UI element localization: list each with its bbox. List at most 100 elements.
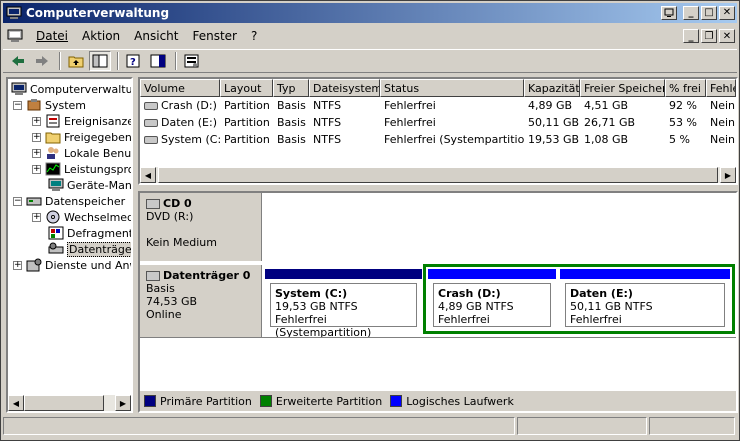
cell-prozent-frei: 92 %	[669, 99, 697, 112]
menu-ansicht[interactable]: Ansicht	[127, 29, 185, 43]
services-icon	[26, 258, 42, 272]
status-bar	[3, 417, 737, 437]
show-hide-action-pane-button[interactable]	[147, 51, 169, 71]
tree-item-system[interactable]: − System	[13, 97, 86, 113]
disk-name: CD 0	[146, 197, 255, 210]
scroll-thumb[interactable]	[158, 167, 718, 183]
cell-layout: Partition	[224, 99, 270, 112]
table-row[interactable]: System (C:) Partition Basis NTFS Fehlerf…	[140, 131, 736, 148]
collapse-toggle[interactable]: −	[13, 100, 22, 110]
menu-fenster[interactable]: Fenster	[185, 29, 244, 43]
partition-daten-e[interactable]: Daten (E:) 50,11 GB NTFS Fehlerfrei	[560, 269, 730, 331]
title-bar[interactable]: Computerverwaltung _ □ ✕	[3, 3, 737, 23]
scroll-right-button[interactable]: ▶	[115, 395, 131, 411]
volume-list: Volume Layout Typ Dateisystem Status Kap…	[138, 77, 738, 185]
scroll-thumb[interactable]	[24, 395, 104, 411]
cd0-area[interactable]	[263, 193, 736, 261]
table-row[interactable]: Daten (E:) Partition Basis NTFS Fehlerfr…	[140, 114, 736, 131]
scroll-left-button[interactable]: ◀	[140, 167, 156, 183]
tree-item-wechselmedien[interactable]: + Wechselmedien	[32, 209, 131, 225]
menu-aktion[interactable]: Aktion	[75, 29, 127, 43]
mdi-minimize-button[interactable]: _	[683, 29, 699, 43]
forward-arrow-icon	[36, 56, 48, 66]
tree-item-leistungsprotokolle[interactable]: + Leistungsprotokolle	[32, 161, 131, 177]
cell-layout: Partition	[224, 116, 270, 129]
scroll-right-button[interactable]: ▶	[720, 167, 736, 183]
expand-toggle[interactable]: +	[32, 116, 41, 126]
status-pane-main	[3, 417, 515, 435]
volume-list-horizontal-scrollbar[interactable]: ◀ ▶	[140, 167, 736, 183]
expand-toggle[interactable]: +	[32, 148, 41, 158]
mdi-close-button[interactable]: ✕	[719, 29, 735, 43]
legend-primary: Primäre Partition	[144, 395, 252, 408]
column-header-typ[interactable]: Typ	[273, 79, 309, 97]
tree-item-datentraegerverwaltung[interactable]: Datenträgerverwaltung	[48, 241, 131, 257]
tree-item-lokale-benutzer[interactable]: + Lokale Benutzer	[32, 145, 131, 161]
cell-fehlertoleranz: Nein	[710, 99, 736, 112]
column-header-dateisystem[interactable]: Dateisystem	[309, 79, 380, 97]
expand-toggle[interactable]: +	[32, 212, 41, 222]
disk-label-disk0[interactable]: Datenträger 0 Basis 74,53 GB Online	[140, 265, 262, 337]
column-header-kapazitaet[interactable]: Kapazität	[524, 79, 580, 97]
tree-item-dienste-und-anwendungen[interactable]: + Dienste und Anwendungen	[13, 257, 131, 273]
expand-toggle[interactable]: +	[32, 132, 41, 142]
show-hide-tree-button[interactable]	[89, 51, 111, 71]
console-icon[interactable]	[7, 29, 23, 43]
column-header-fehlertoleranz[interactable]: Fehle	[706, 79, 736, 97]
expand-toggle[interactable]: +	[32, 164, 41, 174]
tree-item-geraete-manager[interactable]: Geräte-Manager	[48, 177, 132, 193]
close-button[interactable]: ✕	[719, 6, 735, 20]
minimize-button[interactable]: _	[683, 6, 699, 20]
partition-name: Daten (E:)	[570, 287, 633, 300]
properties-help-button[interactable]: ?	[123, 51, 145, 71]
volume-name: Daten (E:)	[161, 116, 217, 129]
column-header-freier-speicher[interactable]: Freier Speicher	[580, 79, 665, 97]
tree-horizontal-scrollbar[interactable]: ◀ ▶	[8, 395, 131, 411]
computer-management-icon	[6, 6, 22, 19]
maximize-button[interactable]: □	[701, 6, 717, 20]
partition-crash-d[interactable]: Crash (D:) 4,89 GB NTFS Fehlerfrei	[428, 269, 556, 331]
column-header-prozent-frei[interactable]: % frei	[665, 79, 706, 97]
partition-size: 4,89 GB NTFS	[438, 300, 514, 313]
collapse-toggle[interactable]: −	[13, 196, 22, 206]
settings-button[interactable]	[181, 51, 203, 71]
column-header-volume[interactable]: Volume	[140, 79, 220, 97]
cell-freier-speicher: 1,08 GB	[584, 133, 629, 146]
column-header-status[interactable]: Status	[380, 79, 524, 97]
up-one-level-button[interactable]	[65, 51, 87, 71]
legend-label: Logisches Laufwerk	[406, 394, 514, 408]
tree-item-ereignisanzeige[interactable]: + Ereignisanzeige	[32, 113, 131, 129]
mdi-restore-button[interactable]: ❐	[701, 29, 717, 43]
legend-swatch	[144, 395, 156, 407]
partition-info: System (C:) 19,53 GB NTFS Fehlerfrei (Sy…	[270, 283, 417, 339]
primary-partition-bar	[265, 269, 422, 279]
menu-help[interactable]: ?	[244, 29, 264, 43]
tree-item-label: Leistungsprotokolle	[64, 162, 131, 176]
table-row[interactable]: Crash (D:) Partition Basis NTFS Fehlerfr…	[140, 97, 736, 114]
expand-toggle[interactable]: +	[13, 260, 22, 270]
tree-item-computerverwaltung[interactable]: Computerverwaltung	[11, 81, 131, 97]
menu-datei[interactable]: Datei	[29, 29, 75, 43]
tree-item-label: Geräte-Manager	[67, 178, 132, 192]
help-title-button[interactable]	[661, 6, 677, 20]
tree-item-label: Wechselmedien	[64, 210, 131, 224]
cell-prozent-frei: 53 %	[669, 116, 697, 129]
computer-icon	[11, 82, 27, 95]
cell-kapazitaet: 50,11 GB	[528, 116, 580, 129]
disk-size: 74,53 GB	[146, 295, 198, 308]
tree-item-datenspeicher[interactable]: − Datenspeicher	[13, 193, 125, 209]
partition-system-c[interactable]: System (C:) 19,53 GB NTFS Fehlerfrei (Sy…	[265, 269, 422, 339]
legend-label: Primäre Partition	[160, 394, 252, 408]
partition-info: Crash (D:) 4,89 GB NTFS Fehlerfrei	[433, 283, 551, 327]
scroll-left-button[interactable]: ◀	[8, 395, 24, 411]
column-header-layout[interactable]: Layout	[220, 79, 273, 97]
tree-item-defragmentierung[interactable]: Defragmentierung	[48, 225, 131, 241]
forward-button[interactable]	[31, 51, 53, 71]
partition-status: Fehlerfrei	[570, 313, 622, 326]
cell-kapazitaet: 4,89 GB	[528, 99, 573, 112]
tree-item-freigegebene-ordner[interactable]: + Freigegebene Ordner	[32, 129, 131, 145]
legend-logical: Logisches Laufwerk	[390, 395, 514, 408]
disk-label-cd0[interactable]: CD 0 DVD (R:) Kein Medium	[140, 193, 262, 261]
back-button[interactable]	[7, 51, 29, 71]
defrag-icon	[48, 226, 64, 240]
